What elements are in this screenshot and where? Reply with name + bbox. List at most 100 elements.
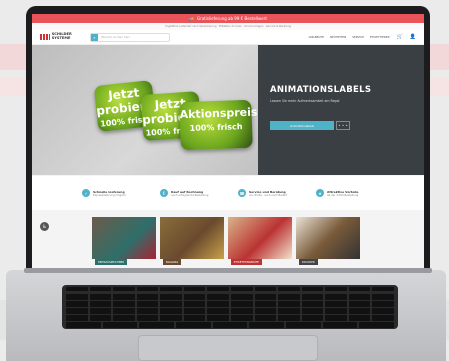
usp-item: ★ Attraktive Vorteile ab der 3.000 Beste… [316, 189, 374, 197]
cart-icon[interactable]: 🛒 [397, 34, 403, 40]
keyboard-key [160, 308, 182, 314]
keyboard-key [160, 315, 182, 321]
usp-subtitle: Auch erfolgreiche Bestellung [171, 193, 209, 197]
trackpad[interactable] [138, 335, 318, 361]
keyboard-key [301, 308, 324, 314]
keyboard-key [66, 287, 88, 291]
keyboard-key [136, 294, 159, 300]
keyboard-key [183, 294, 206, 300]
keyboard-key [325, 287, 347, 291]
user-icon[interactable]: 👤 [410, 34, 416, 40]
hero-text-panel: ANIMATIONSLABELS Lassen Sie mehr Aufmerk… [258, 45, 424, 175]
gift-icon: ★ [316, 189, 324, 197]
hero-label-3-line1: Aktionspreis [179, 105, 258, 122]
keyboard-key [254, 294, 277, 300]
usp-subtitle: ab der 3.000 Bestellung [327, 193, 359, 197]
keyboard-key [231, 315, 253, 321]
keyboard-key [278, 315, 300, 321]
nav-item-service[interactable]: SERVICE [352, 35, 364, 39]
keyboard-key [301, 287, 324, 291]
check-icon: ✓ [82, 189, 90, 197]
logo-text: SCHILDER SYSTEME [51, 32, 72, 40]
keyboard-key [348, 287, 371, 291]
service-icon: ☎ [238, 189, 246, 197]
info-bar: Ungefähre Lieferzeit nach Vereinbarung ·… [32, 23, 424, 30]
search-icon[interactable]: ⌕ [91, 33, 98, 41]
keyboard-key [372, 315, 394, 321]
category-image [228, 217, 292, 259]
category-tile-drucker[interactable]: DRUCKER [296, 217, 360, 265]
usp-subtitle: Expresslieferung möglich [93, 193, 126, 197]
hero-title: ANIMATIONSLABELS [270, 85, 372, 95]
hero-cta-button[interactable]: Animationslabels [270, 121, 334, 130]
keyboard-key [207, 301, 229, 307]
category-tile-preisauszeichner[interactable]: PREISAUSZEICHNER [92, 217, 156, 265]
keyboard-key [207, 308, 229, 314]
main-nav: ANGEBOTE NEUHEITEN SERVICE ETIKETTIERER [309, 35, 390, 39]
keyboard-key [301, 301, 324, 307]
keyboard-key [113, 301, 135, 307]
category-image [296, 217, 360, 259]
keyboard-key [372, 301, 394, 307]
keyboard-key [176, 322, 211, 328]
keyboard-key [212, 322, 248, 328]
category-tile-etikettiergeraete[interactable]: ETIKETTIERGERÄTE [228, 217, 292, 265]
keyboard-key [66, 308, 88, 314]
category-section: ♿ PREISAUSZEICHNER BAGGING ETIKETTIERGER… [32, 210, 424, 268]
keyboard-key [231, 294, 253, 300]
keyboard-key [89, 315, 112, 321]
keyboard-key [89, 301, 112, 307]
invoice-icon: € [160, 189, 168, 197]
keyboard-key [113, 315, 135, 321]
keyboard-key [102, 322, 138, 328]
keyboard-key [348, 315, 371, 321]
nav-item-etikettierer[interactable]: ETIKETTIERER [370, 35, 390, 39]
keyboard-key [254, 287, 277, 291]
keyboard-key [348, 301, 371, 307]
nav-item-neuheiten[interactable]: NEUHEITEN [330, 35, 346, 39]
keyboard-key [89, 308, 112, 314]
category-tile-bagging[interactable]: BAGGING [160, 217, 224, 265]
keyboard-key [254, 301, 277, 307]
usp-item: ☎ Service und Beratung von Profis - auch… [238, 189, 296, 197]
hero-banner: Jetzt probieren 100% frisch Jetzt probie… [32, 45, 424, 175]
keyboard-key [66, 315, 88, 321]
usp-title: Kauf auf Rechnung [171, 189, 204, 194]
category-label: DRUCKER [299, 259, 318, 265]
keyboard-key [136, 287, 159, 291]
keyboard-key [66, 301, 88, 307]
usp-bar: ✓ Schnelle Lieferung Expresslieferung mö… [32, 176, 424, 210]
logo[interactable]: SCHILDER SYSTEME [40, 33, 84, 40]
keyboard-key [231, 308, 253, 314]
category-label: PREISAUSZEICHNER [95, 259, 128, 265]
keyboard-key [136, 315, 159, 321]
wheelchair-icon[interactable]: ♿ [40, 222, 49, 231]
category-image [92, 217, 156, 259]
keyboard-key [322, 322, 358, 328]
search-input[interactable]: ⌕ Wonach suchen Sie? [90, 32, 170, 42]
usp-item: € Kauf auf Rechnung Auch erfolgreiche Be… [160, 189, 218, 197]
keyboard-key [325, 315, 347, 321]
keyboard-key [160, 294, 182, 300]
usp-subtitle: von Profis - auch nach Bedarf [249, 193, 288, 197]
keyboard-key [254, 315, 277, 321]
category-label: ETIKETTIERGERÄTE [231, 259, 262, 265]
keyboard-key [207, 294, 229, 300]
keyboard-key [113, 294, 135, 300]
keyboard-key [207, 287, 229, 291]
keyboard-key [183, 308, 206, 314]
keyboard-key [139, 322, 174, 328]
keyboard-key [113, 287, 135, 291]
hero-label-3-line2: 100% frisch [189, 122, 243, 133]
keyboard-key [160, 287, 182, 291]
nav-item-angebote[interactable]: ANGEBOTE [309, 35, 325, 39]
keyboard-key [231, 301, 253, 307]
keyboard-key [278, 301, 300, 307]
laptop-keyboard [62, 285, 398, 329]
keyboard-key [66, 322, 101, 328]
keyboard-key [136, 308, 159, 314]
keyboard-key [136, 301, 159, 307]
hero-more-button[interactable]: • • • [336, 121, 350, 130]
keyboard-key [301, 294, 324, 300]
keyboard-key [325, 294, 347, 300]
